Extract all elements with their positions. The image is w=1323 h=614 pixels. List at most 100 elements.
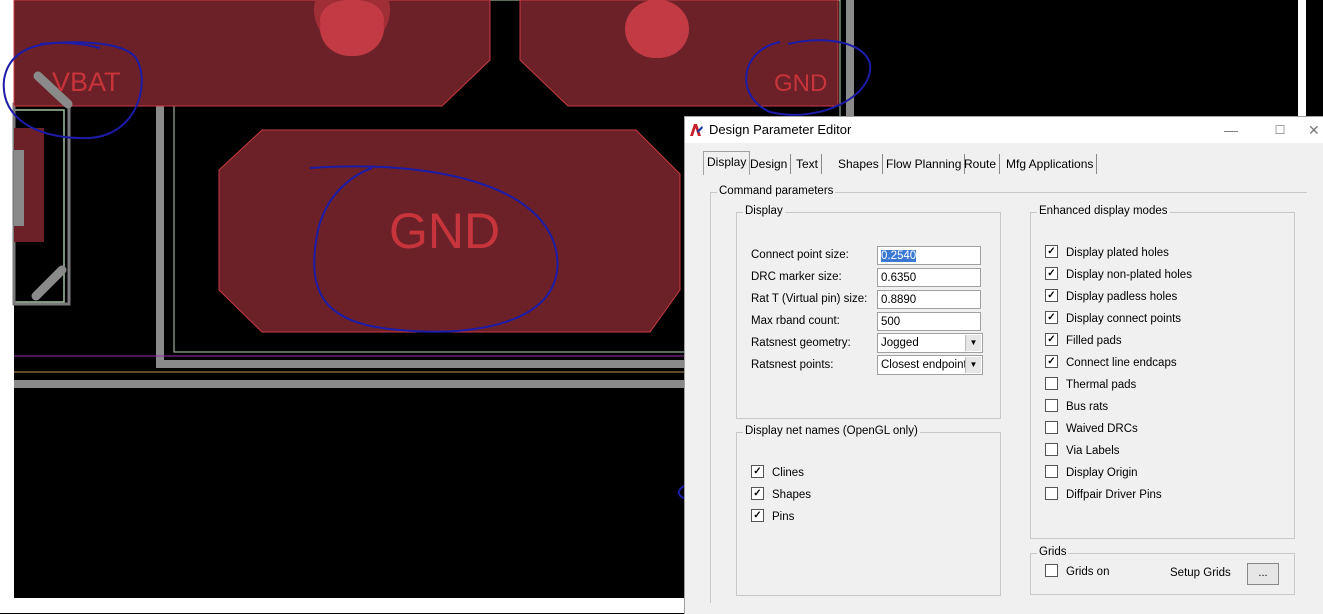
setup-grids-button[interactable]: ... (1247, 563, 1279, 585)
rat-t-size-input[interactable]: 0.8890 (877, 290, 981, 309)
connect-point-size-row: Connect point size: (751, 245, 849, 265)
rat-t-size-label: Rat T (Virtual pin) size: (751, 293, 868, 305)
design-parameter-editor-dialog: Design Parameter Editor — ☐ ✕ Display De… (684, 116, 1323, 614)
tab-route[interactable]: Route (961, 154, 1001, 174)
grids-group-label: Grids (1037, 546, 1069, 558)
checkbox-display-plated-holes[interactable]: ✓ Display plated holes (1045, 244, 1169, 262)
checkmark-icon[interactable]: ✓ (1045, 311, 1058, 325)
canvas-left-strip (0, 0, 14, 613)
checkbox-grids-on[interactable]: Grids on (1045, 563, 1109, 581)
checkbox-pins[interactable]: ✓ Pins (751, 508, 794, 526)
ratsnest-points-select[interactable]: Closest endpoint ▼ (877, 355, 983, 375)
enhanced-display-modes-label: Enhanced display modes (1037, 205, 1170, 217)
checkbox-bus-rats[interactable]: Bus rats (1045, 398, 1108, 416)
ratsnest-points-row: Ratsnest points: (751, 355, 833, 375)
dialog-title: Design Parameter Editor (709, 122, 852, 137)
net-label-gnd-small: GND (774, 70, 827, 97)
close-button[interactable]: ✕ (1308, 121, 1323, 139)
drc-marker-size-label: DRC marker size: (751, 271, 842, 283)
grids-group: Grids Grids on Setup Grids ... (1030, 546, 1295, 595)
label-display-padless-holes: Display padless holes (1066, 291, 1178, 303)
checkbox-empty[interactable] (1045, 564, 1058, 578)
ratsnest-points-value: Closest endpoint (881, 359, 967, 371)
checkbox-empty[interactable] (1045, 377, 1058, 391)
checkbox-empty[interactable] (1045, 421, 1058, 435)
checkbox-connect-line-endcaps[interactable]: ✓ Connect line endcaps (1045, 354, 1177, 372)
setup-grids-label: Setup Grids (1170, 567, 1231, 579)
label-connect-line-endcaps: Connect line endcaps (1066, 357, 1177, 369)
connect-point-size-input[interactable]: 0.2540 (877, 246, 981, 265)
ratsnest-geometry-row: Ratsnest geometry: (751, 333, 851, 353)
ratsnest-geometry-value: Jogged (881, 337, 919, 349)
board-edge-lower (14, 380, 684, 388)
canvas-bottom-strip (14, 598, 684, 613)
checkmark-icon[interactable]: ✓ (751, 487, 764, 501)
checkbox-empty[interactable] (1045, 487, 1058, 501)
dialog-titlebar[interactable]: Design Parameter Editor — ☐ ✕ (685, 117, 1323, 143)
net-names-group-label: Display net names (OpenGL only) (743, 425, 920, 437)
tab-design[interactable]: Design (747, 154, 792, 174)
checkbox-display-origin[interactable]: Display Origin (1045, 464, 1138, 482)
tab-flow-planning[interactable]: Flow Planning (883, 154, 966, 174)
net-names-group: Display net names (OpenGL only) ✓ Clines … (736, 425, 1001, 596)
checkbox-display-padless-holes[interactable]: ✓ Display padless holes (1045, 288, 1177, 306)
checkmark-icon[interactable]: ✓ (751, 465, 764, 479)
checkbox-clines-label: Clines (772, 467, 804, 479)
chevron-down-icon[interactable]: ▼ (965, 357, 981, 373)
label-waived-drcs: Waived DRCs (1066, 423, 1138, 435)
via-left-lower (320, 0, 384, 56)
checkbox-empty[interactable] (1045, 465, 1058, 479)
label-display-non-plated-holes: Display non-plated holes (1066, 269, 1192, 281)
max-rband-count-input[interactable]: 500 (877, 312, 981, 331)
checkbox-shapes[interactable]: ✓ Shapes (751, 486, 811, 504)
checkbox-display-connect-points[interactable]: ✓ Display connect points (1045, 310, 1181, 328)
checkbox-filled-pads[interactable]: ✓ Filled pads (1045, 332, 1122, 350)
label-display-origin: Display Origin (1066, 467, 1138, 479)
minimize-button[interactable]: — (1216, 121, 1246, 139)
canvas-right-strip (1298, 0, 1306, 116)
label-diffpair-driver-pins: Diffpair Driver Pins (1066, 489, 1162, 501)
checkbox-via-labels[interactable]: Via Labels (1045, 442, 1120, 460)
label-grids-on: Grids on (1066, 566, 1110, 578)
label-bus-rats: Bus rats (1066, 401, 1109, 413)
chevron-down-icon[interactable]: ▼ (965, 335, 981, 351)
maximize-button[interactable]: ☐ (1265, 121, 1295, 139)
net-label-vbat: VBAT (52, 67, 121, 97)
checkbox-waived-drcs[interactable]: Waived DRCs (1045, 420, 1138, 438)
connect-point-size-value: 0.2540 (881, 250, 917, 262)
command-parameters-label: Command parameters (717, 185, 836, 197)
checkmark-icon[interactable]: ✓ (1045, 289, 1058, 303)
component-pad-inner (14, 150, 24, 226)
checkbox-display-non-plated-holes[interactable]: ✓ Display non-plated holes (1045, 266, 1192, 284)
label-display-plated-holes: Display plated holes (1066, 247, 1169, 259)
label-via-labels: Via Labels (1066, 445, 1120, 457)
checkbox-diffpair-driver-pins[interactable]: Diffpair Driver Pins (1045, 486, 1162, 504)
checkmark-icon[interactable]: ✓ (1045, 333, 1058, 347)
ratsnest-geometry-select[interactable]: Jogged ▼ (877, 333, 983, 353)
label-display-connect-points: Display connect points (1066, 313, 1182, 325)
net-label-gnd-large: GND (389, 203, 500, 259)
max-rband-count-row: Max rband count: (751, 311, 840, 331)
checkbox-shapes-label: Shapes (772, 489, 812, 501)
tab-display[interactable]: Display (703, 151, 751, 175)
via-right (625, 0, 689, 58)
checkmark-icon[interactable]: ✓ (1045, 355, 1058, 369)
drc-marker-size-row: DRC marker size: (751, 267, 842, 287)
checkbox-empty[interactable] (1045, 399, 1058, 413)
checkmark-icon[interactable]: ✓ (1045, 267, 1058, 281)
checkmark-icon[interactable]: ✓ (1045, 245, 1058, 259)
allegro-app-icon (690, 124, 703, 136)
rat-t-size-row: Rat T (Virtual pin) size: (751, 289, 867, 309)
label-thermal-pads: Thermal pads (1066, 379, 1137, 391)
tab-shapes[interactable]: Shapes (835, 154, 883, 174)
tab-text[interactable]: Text (793, 154, 823, 174)
checkmark-icon[interactable]: ✓ (751, 509, 764, 523)
display-group-label: Display (743, 205, 785, 217)
checkbox-thermal-pads[interactable]: Thermal pads (1045, 376, 1136, 394)
ratsnest-geometry-label: Ratsnest geometry: (751, 337, 851, 349)
checkbox-empty[interactable] (1045, 443, 1058, 457)
tab-mfg-applications[interactable]: Mfg Applications (1003, 154, 1098, 174)
trace-segment (31, 265, 67, 301)
drc-marker-size-input[interactable]: 0.6350 (877, 268, 981, 287)
checkbox-clines[interactable]: ✓ Clines (751, 464, 804, 482)
